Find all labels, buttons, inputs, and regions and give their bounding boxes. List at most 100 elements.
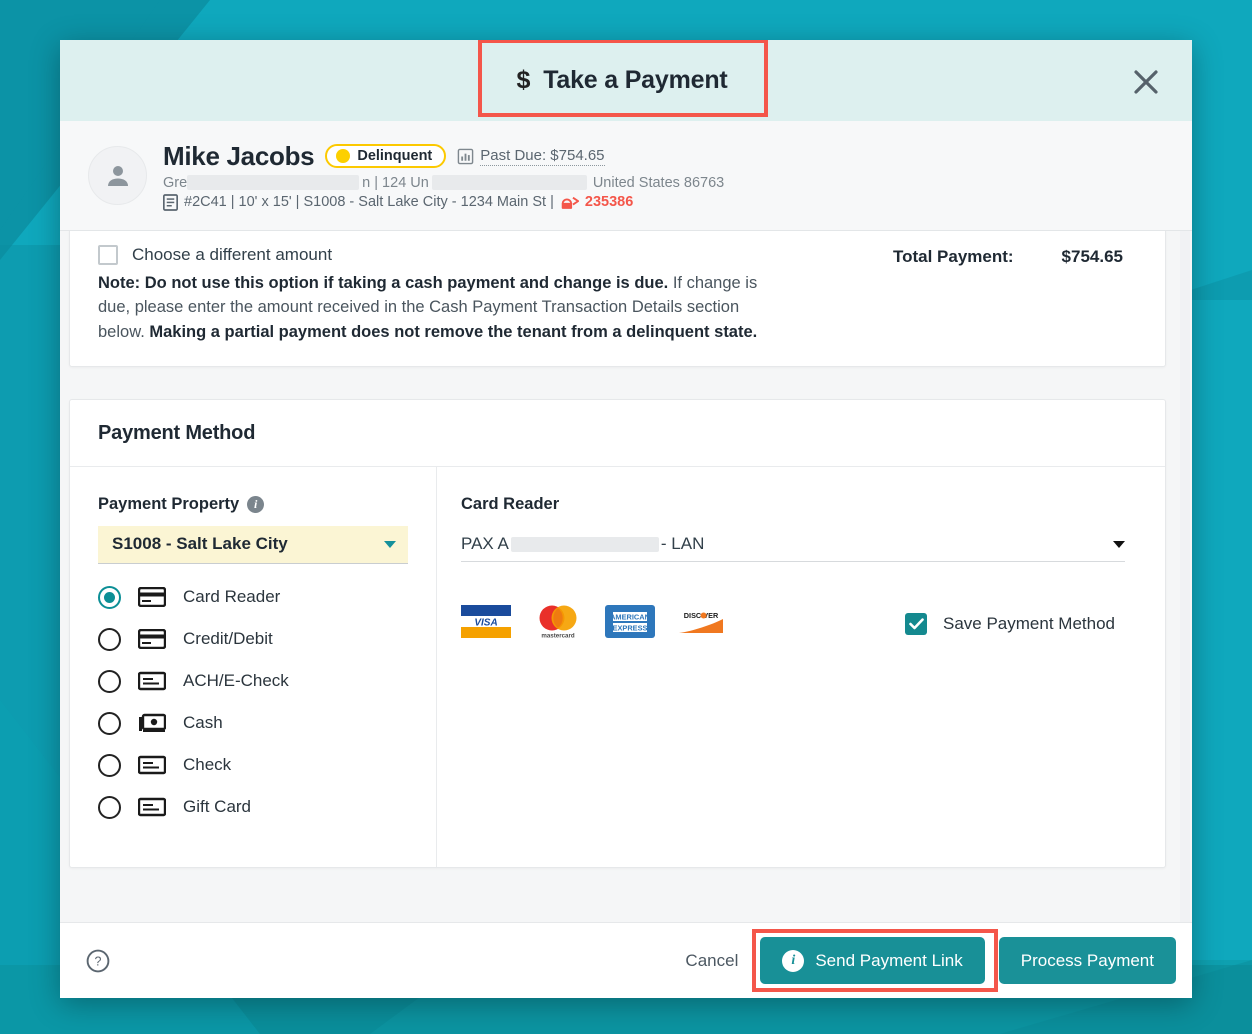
check-icon xyxy=(138,755,166,775)
card-reader-value-suffix: - LAN xyxy=(660,534,705,554)
cash-icon xyxy=(138,713,166,733)
redacted-block xyxy=(431,175,587,190)
cancel-button[interactable]: Cancel xyxy=(677,951,746,971)
chart-icon xyxy=(457,148,474,164)
tenant-name: Mike Jacobs xyxy=(163,140,315,171)
discover-icon: DISC VER xyxy=(677,605,725,643)
note-bold-2: Making a partial payment does not remove… xyxy=(149,322,758,341)
svg-text:EXPRESS: EXPRESS xyxy=(613,624,648,633)
tenant-unit-line: #2C41 | 10' x 15' | S1008 - Salt Lake Ci… xyxy=(163,193,1164,211)
modal-footer: ? Cancel i Send Payment Link Process Pay… xyxy=(60,922,1192,998)
payment-type-label: ACH/E-Check xyxy=(183,671,289,691)
american-express-icon: AMERICAN EXPRESS xyxy=(605,605,655,643)
payment-note: Note: Do not use this option if taking a… xyxy=(98,271,788,344)
modal-header: $ Take a Payment xyxy=(60,40,1192,121)
note-bold-1: Note: Do not use this option if taking a… xyxy=(98,274,669,292)
payment-type-option-check[interactable]: Check xyxy=(98,753,408,777)
total-payment-label: Total Payment: xyxy=(892,247,1014,266)
status-badge: Delinquent xyxy=(325,144,447,168)
radio-credit-debit[interactable] xyxy=(98,627,121,651)
lock-code: 235386 xyxy=(584,194,634,210)
lock-overlock-icon xyxy=(561,196,579,209)
payment-type-label: Card Reader xyxy=(183,587,281,607)
status-dot-icon xyxy=(336,149,351,163)
save-payment-method-checkbox[interactable] xyxy=(905,613,927,636)
save-payment-method-row[interactable]: Save Payment Method xyxy=(905,613,1115,636)
modal-scroll-body[interactable]: Choose a different amount Note: Do not u… xyxy=(60,231,1192,922)
credit-card-icon xyxy=(138,587,166,608)
dollar-icon: $ xyxy=(516,66,531,94)
payment-property-value: S1008 - Salt Lake City xyxy=(112,534,288,554)
payment-type-label: Credit/Debit xyxy=(183,629,273,649)
card-reader-value-prefix: PAX A xyxy=(461,534,509,554)
send-payment-link-label: Send Payment Link xyxy=(815,950,963,970)
chevron-down-icon xyxy=(384,540,396,548)
payment-type-option-ach-echeck[interactable]: ACH/E-Check xyxy=(98,669,408,693)
payment-type-option-card-reader[interactable]: Card Reader xyxy=(98,585,408,609)
chevron-down-icon xyxy=(1113,540,1125,548)
avatar xyxy=(88,146,147,205)
help-circle-icon[interactable]: ? xyxy=(86,949,110,973)
visa-icon: VISA xyxy=(461,605,511,643)
choose-different-amount-row[interactable]: Choose a different amount xyxy=(98,245,798,265)
status-badge-label: Delinquent xyxy=(357,148,433,164)
svg-text:VISA: VISA xyxy=(474,618,497,629)
save-payment-method-label: Save Payment Method xyxy=(943,614,1115,634)
payment-method-left-panel: Payment Property i S1008 - Salt Lake Cit… xyxy=(70,466,437,867)
info-icon: i xyxy=(782,949,805,972)
tenant-summary-bar: Mike Jacobs Delinquent Past Due: $754.65 xyxy=(60,121,1192,231)
check-icon xyxy=(138,671,166,691)
gift-card-icon xyxy=(138,797,166,817)
past-due-link[interactable]: Past Due: $754.65 xyxy=(457,146,605,166)
redacted-block xyxy=(187,175,360,190)
address-prefix: Gre xyxy=(163,174,188,191)
credit-card-icon xyxy=(138,629,166,650)
payment-type-label: Cash xyxy=(183,713,223,733)
take-a-payment-modal: $ Take a Payment Mike Jacobs Delinquent xyxy=(60,40,1192,998)
svg-text:mastercard: mastercard xyxy=(541,632,575,639)
payment-method-title: Payment Method xyxy=(98,421,256,444)
payment-amount-card: Choose a different amount Note: Do not u… xyxy=(69,231,1166,367)
payment-type-label: Check xyxy=(183,755,232,775)
payment-type-option-credit-debit[interactable]: Credit/Debit xyxy=(98,627,408,651)
payment-property-label: Payment Property i xyxy=(98,495,408,514)
radio-check[interactable] xyxy=(98,753,121,777)
choose-different-amount-checkbox[interactable] xyxy=(98,245,118,265)
svg-text:?: ? xyxy=(95,954,102,968)
payment-type-label: Gift Card xyxy=(183,797,252,817)
accepted-card-brands: VISA mastercard AMERICAN EXPRESS DISC VE… xyxy=(461,604,725,645)
scrollbar[interactable] xyxy=(1180,231,1190,922)
process-payment-label: Process Payment xyxy=(1020,950,1154,970)
payment-method-right-panel: Card Reader PAX A - LAN VISA mastercard … xyxy=(437,467,1165,867)
info-icon[interactable]: i xyxy=(247,495,265,513)
document-icon xyxy=(163,193,178,211)
payment-property-label-text: Payment Property xyxy=(98,494,240,513)
card-reader-label: Card Reader xyxy=(461,495,1125,514)
radio-card-reader[interactable] xyxy=(98,585,121,609)
payment-type-radio-group: Card Reader Credit/Debit ACH/E-Check Cas… xyxy=(98,585,408,819)
past-due-label: Past Due: $754.65 xyxy=(480,146,605,166)
payment-method-card: Payment Method Payment Property i S1008 … xyxy=(69,398,1166,868)
total-payment-value: $754.65 xyxy=(1061,247,1123,266)
unit-details: #2C41 | 10' x 15' | S1008 - Salt Lake Ci… xyxy=(184,194,554,210)
card-reader-label-text: Card Reader xyxy=(461,494,560,513)
mastercard-icon: mastercard xyxy=(533,604,583,645)
payment-property-select[interactable]: S1008 - Salt Lake City xyxy=(98,525,408,564)
radio-cash[interactable] xyxy=(98,711,121,735)
card-reader-select[interactable]: PAX A - LAN xyxy=(461,528,1125,562)
address-suffix: United States 86763 xyxy=(592,174,725,191)
svg-text:AMERICAN: AMERICAN xyxy=(610,613,650,622)
radio-gift-card[interactable] xyxy=(98,795,121,819)
payment-type-option-cash[interactable]: Cash xyxy=(98,711,408,735)
tenant-address-line: Gre n | 124 Un United States 86763 xyxy=(163,175,1164,191)
tenant-info: Mike Jacobs Delinquent Past Due: $754.65 xyxy=(163,141,1164,211)
choose-different-amount-label: Choose a different amount xyxy=(132,245,333,264)
close-icon[interactable] xyxy=(1130,66,1162,98)
radio-ach-echeck[interactable] xyxy=(98,669,121,693)
process-payment-button[interactable]: Process Payment xyxy=(998,937,1176,984)
send-payment-link-button[interactable]: i Send Payment Link xyxy=(760,937,985,984)
page-title: $ Take a Payment xyxy=(516,66,727,95)
address-middle: n | 124 Un xyxy=(362,174,429,191)
redacted-block xyxy=(510,536,659,552)
payment-type-option-gift-card[interactable]: Gift Card xyxy=(98,795,408,819)
